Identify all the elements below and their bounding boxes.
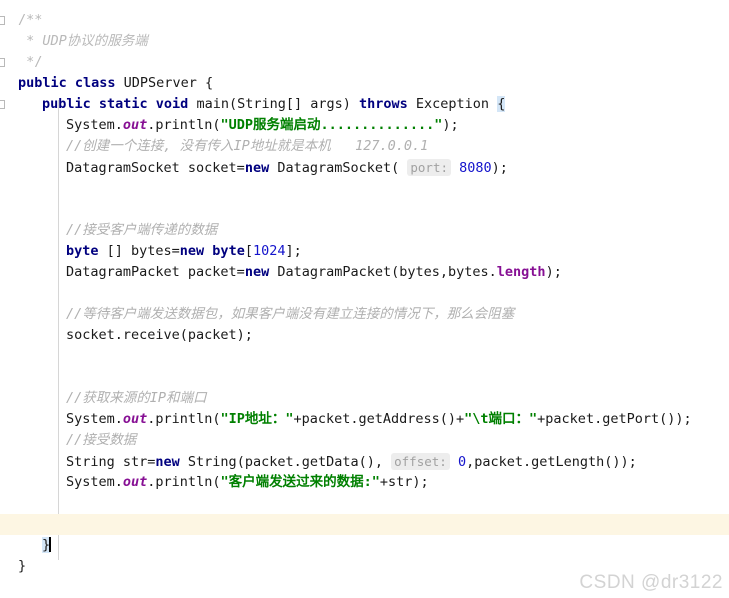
code-token-plain: ,packet.getLength()); <box>466 454 637 470</box>
code-token-fieldn: length <box>496 264 546 280</box>
code-token-plain: DatagramSocket( <box>277 160 408 176</box>
code-token-str: "\t端口：" <box>464 411 538 427</box>
code-token-str: "IP地址：" <box>220 411 294 427</box>
code-token-cmt: //获取来源的IP和端口 <box>66 390 207 406</box>
code-token-plain: +packet.getPort()); <box>537 411 692 427</box>
code-token-kw: byte <box>66 243 107 259</box>
code-token-num: 1024 <box>252 243 286 259</box>
text-cursor <box>49 537 52 552</box>
code-token-plain: String str= <box>66 454 156 470</box>
code-token-plain: DatagramPacket(bytes,bytes. <box>277 264 497 280</box>
code-line[interactable] <box>0 514 729 535</box>
code-token-jdoc-d: * <box>18 33 43 49</box>
code-line[interactable]: System.out.println("客户端发送过来的数据:"+str); <box>0 472 729 493</box>
code-token-kw: throws <box>359 96 416 112</box>
code-token-jdoc-d: */ <box>18 54 43 70</box>
code-line[interactable]: } <box>0 535 729 556</box>
code-token-plain: System. <box>66 411 123 427</box>
code-line[interactable] <box>0 199 729 220</box>
code-line[interactable]: * UDP协议的服务端 <box>0 31 729 52</box>
code-token-plain: System. <box>66 474 123 490</box>
code-token-plain: } <box>18 558 27 574</box>
code-token-plain: socket.receive(packet); <box>66 327 253 343</box>
code-token-plain: String(packet.getData(), <box>187 454 392 470</box>
code-line[interactable]: //创建一个连接, 没有传入IP地址就是本机 127.0.0.1 <box>0 136 729 157</box>
code-line[interactable]: //接受数据 <box>0 430 729 451</box>
code-line[interactable]: DatagramSocket socket=new DatagramSocket… <box>0 157 729 178</box>
code-token-plain: .println( <box>147 411 221 427</box>
code-line[interactable]: //获取来源的IP和端口 <box>0 388 729 409</box>
code-token-plain: UDPServer { <box>123 75 214 91</box>
code-line[interactable] <box>0 178 729 199</box>
code-line[interactable] <box>0 346 729 367</box>
code-token-plain: ]; <box>285 243 302 259</box>
code-token-plain: .println( <box>147 117 221 133</box>
code-line[interactable] <box>0 283 729 304</box>
code-token-field: out <box>122 411 148 427</box>
code-line[interactable]: */ <box>0 52 729 73</box>
code-token-kw: public static void <box>42 96 197 112</box>
code-token-hint: port: <box>407 159 452 176</box>
code-token-kw: public class <box>18 75 124 91</box>
code-token-cmt: //接受客户端传递的数据 <box>66 222 218 238</box>
code-token-kw: new <box>244 264 278 280</box>
code-token-cmt: //接受数据 <box>66 432 137 448</box>
code-token-plain: ); <box>442 117 459 133</box>
code-token-num: 0 <box>457 454 467 470</box>
code-line[interactable]: public class UDPServer { <box>0 73 729 94</box>
code-token-plain: [ <box>244 243 253 259</box>
code-line[interactable]: public static void main(String[] args) t… <box>0 94 729 115</box>
code-token-hint: offset: <box>391 453 450 470</box>
code-line[interactable] <box>0 493 729 514</box>
code-token-plain: DatagramPacket packet= <box>66 264 245 280</box>
code-token-plain: [] bytes= <box>106 243 180 259</box>
code-token-cmt: //创建一个连接, 没有传入IP地址就是本机 127.0.0.1 <box>66 138 429 154</box>
code-token-plain: .println( <box>147 474 221 490</box>
code-token-plain: ); <box>545 264 562 280</box>
code-token-num: 8080 <box>459 160 492 176</box>
code-token-plain: main(String[] args) <box>196 96 359 112</box>
code-token-plain: +packet.getAddress()+ <box>293 411 465 427</box>
code-token-str: "客户端发送过来的数据:" <box>220 474 380 490</box>
code-token-kw: new byte <box>179 243 245 259</box>
code-token-jdoc: UDP协议的服务端 <box>42 33 148 49</box>
watermark: CSDN @dr3122 <box>579 572 723 593</box>
code-token-kw: new <box>244 160 278 176</box>
code-token-plain: Exception <box>415 96 498 112</box>
code-token-str: "UDP服务端启动.............." <box>220 117 443 133</box>
code-line[interactable]: //接受客户端传递的数据 <box>0 220 729 241</box>
code-editor[interactable]: /** * UDP协议的服务端 */ public class UDPServer… <box>0 0 729 598</box>
code-token-field: out <box>122 474 148 490</box>
code-token-jdoc-d: /** <box>18 12 43 28</box>
code-line[interactable]: /** <box>0 10 729 31</box>
code-token-kw: new <box>155 454 188 470</box>
code-token-plain: System. <box>66 117 123 133</box>
code-line[interactable]: byte [] bytes=new byte[1024]; <box>0 241 729 262</box>
code-line[interactable]: String str=new String(packet.getData(), … <box>0 451 729 472</box>
code-line[interactable]: socket.receive(packet); <box>0 325 729 346</box>
code-line[interactable]: System.out.println("IP地址："+packet.getAdd… <box>0 409 729 430</box>
code-token-plain: ); <box>491 160 508 176</box>
code-token-plain: DatagramSocket socket= <box>66 160 245 176</box>
code-line[interactable]: //等待客户端发送数据包，如果客户端没有建立连接的情况下，那么会阻塞 <box>0 304 729 325</box>
code-token-field: out <box>122 117 148 133</box>
code-token-plain: +str); <box>379 474 429 490</box>
code-line[interactable] <box>0 367 729 388</box>
code-token-cmt: //等待客户端发送数据包，如果客户端没有建立连接的情况下，那么会阻塞 <box>66 306 515 322</box>
code-token-brace-hl: { <box>497 96 506 112</box>
code-line[interactable]: DatagramPacket packet=new DatagramPacket… <box>0 262 729 283</box>
code-content[interactable]: /** * UDP协议的服务端 */ public class UDPServer… <box>0 10 729 577</box>
code-line[interactable]: System.out.println("UDP服务端启动............… <box>0 115 729 136</box>
